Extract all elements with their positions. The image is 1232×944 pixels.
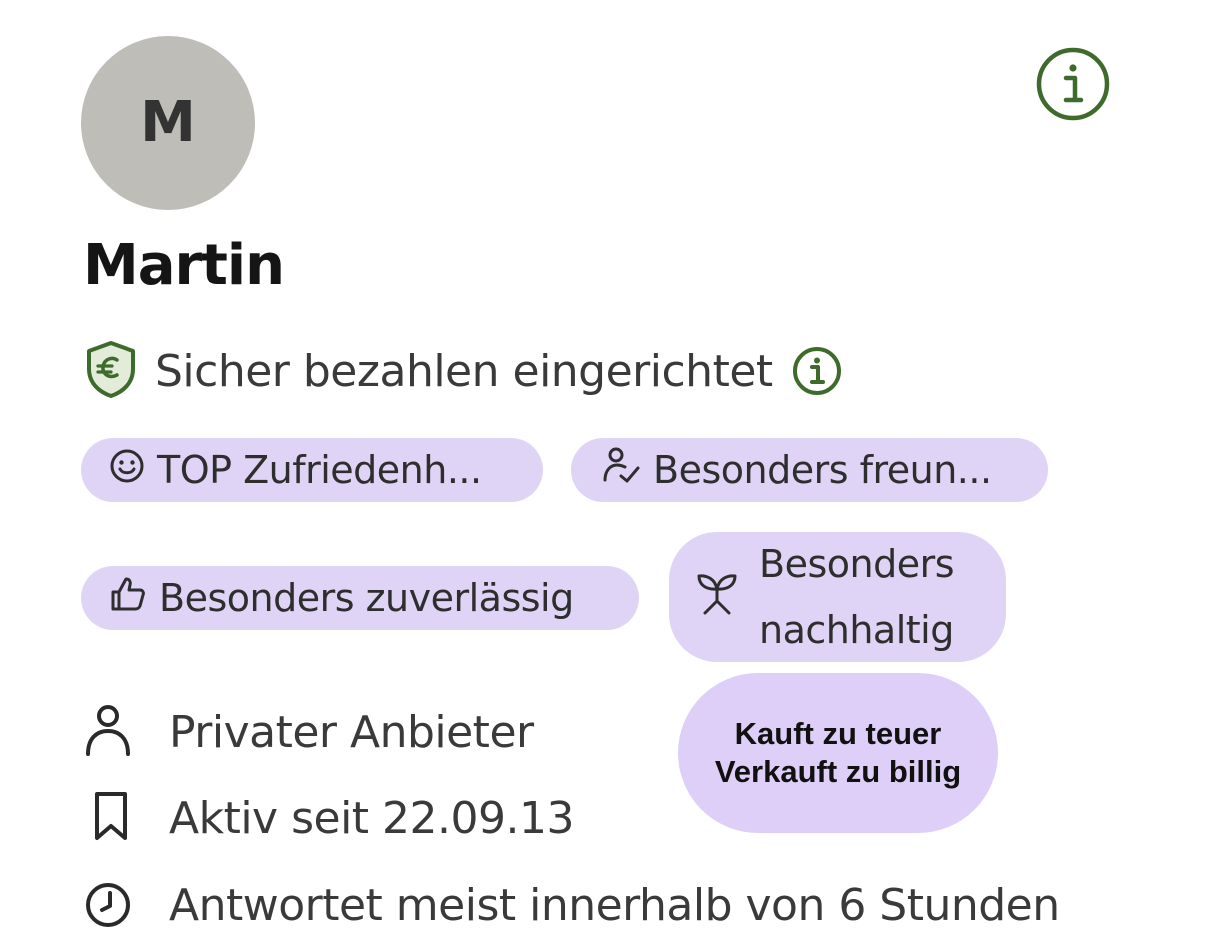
seller-type-row: Privater Anbieter [83,702,534,762]
friendly-person-icon [601,446,641,495]
avatar-initial: M [140,90,196,155]
info-icon[interactable] [1035,46,1111,122]
secure-payment-row: Sicher bezahlen eingerichtet [83,340,843,402]
badge-especially-sustainable[interactable]: Besonders nachhaltig [669,532,1006,662]
badge-top-satisfaction[interactable]: TOP Zufriedenh... [81,438,543,502]
overlay-line-2: Verkauft zu billig [714,754,962,789]
plant-sprout-icon [695,569,739,626]
active-since-row: Aktiv seit 22.09.13 [83,788,574,848]
badge-label: Besonders nachhaltig [759,542,955,652]
avatar[interactable]: M [81,36,255,210]
thumbs-up-icon [109,575,147,622]
clock-icon [83,875,133,936]
secure-payment-label: Sicher bezahlen eingerichtet [155,345,773,397]
badge-label: Besonders zuverlässig [159,576,574,620]
active-since-label: Aktiv seit 22.09.13 [169,792,574,844]
badge-especially-friendly[interactable]: Besonders freun... [571,438,1048,502]
response-time-label: Antwortet meist innerhalb von 6 Stunden [169,879,1060,931]
badge-label: TOP Zufriedenh... [157,448,482,492]
bookmark-icon [83,788,133,849]
response-time-row: Antwortet meist innerhalb von 6 Stunden [83,875,1060,935]
badge-especially-reliable[interactable]: Besonders zuverlässig [81,566,639,630]
secure-payment-info-icon[interactable] [791,345,843,397]
smiley-icon [109,448,145,493]
badge-label: Besonders freun... [653,448,992,492]
seller-name: Martin [83,233,285,298]
person-icon [83,702,133,763]
overlay-caption-bubble: Kauft zu teuer Verkauft zu billig [678,673,998,833]
euro-shield-icon [83,339,139,404]
overlay-line-1: Kauft zu teuer [734,716,942,751]
seller-type-label: Privater Anbieter [169,706,534,758]
